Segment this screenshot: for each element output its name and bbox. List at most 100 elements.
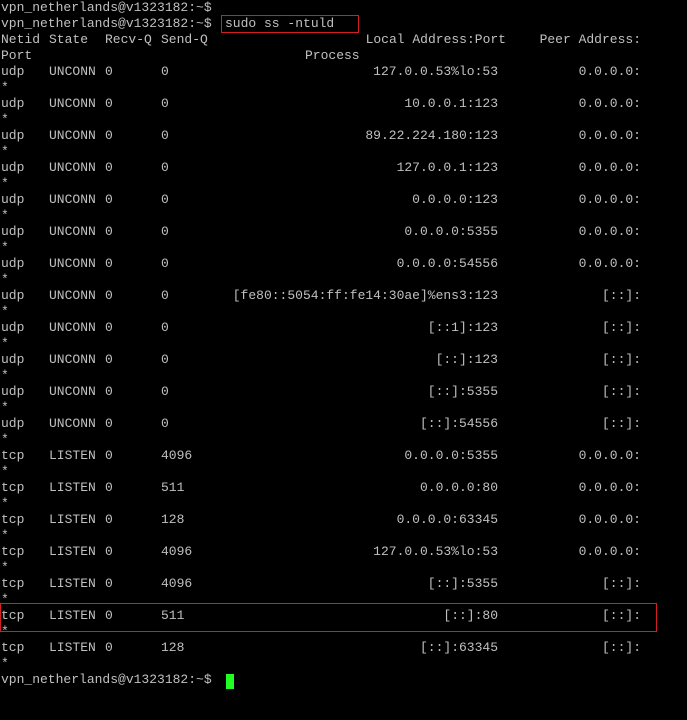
row-local-address: 89.22.224.180:123 bbox=[365, 128, 498, 143]
header-port: Port bbox=[1, 48, 33, 63]
header-sendq: Send-Q bbox=[161, 32, 208, 47]
row-peer-address: [::]: bbox=[601, 640, 641, 655]
row-local-address: [::]:63345 bbox=[419, 640, 498, 655]
table-row: udp UNCONN 0 0 [fe80::5054:ff:fe14:30ae]%ens… bbox=[1, 288, 687, 304]
row-peer-address: 0.0.0.0: bbox=[578, 256, 641, 271]
table-row: tcp LISTEN 0 511 0.0.0.0:80 0.0.0.0: bbox=[1, 480, 687, 496]
row-process: * bbox=[1, 624, 9, 639]
row-state: UNCONN bbox=[49, 288, 96, 303]
table-row: udp UNCONN 0 0 10.0.0.1:123 0.0.0.0: bbox=[1, 96, 687, 112]
row-peer-address: 0.0.0.0: bbox=[578, 480, 641, 495]
table-row: udp UNCONN 0 0 89.22.224.180:123 0.0.0.0: bbox=[1, 128, 687, 144]
row-local-address: 127.0.0.1:123 bbox=[396, 160, 498, 175]
row-local-address: [::]:80 bbox=[443, 608, 498, 623]
table-header: Netid State Recv-Q Send-Q Local Address:… bbox=[1, 32, 687, 48]
row-sendq: 128 bbox=[161, 640, 185, 655]
row-netid: udp bbox=[1, 416, 25, 431]
row-peer-address: 0.0.0.0: bbox=[578, 64, 641, 79]
row-netid: udp bbox=[1, 192, 25, 207]
row-state: LISTEN bbox=[49, 512, 96, 527]
header-local: Local Address:Port bbox=[365, 32, 506, 47]
row-sendq: 0 bbox=[161, 352, 169, 367]
command-line: vpn_netherlands@v1323182:~$ sudo ss -ntu… bbox=[1, 16, 334, 32]
row-netid: tcp bbox=[1, 544, 25, 559]
row-peer-address: [::]: bbox=[601, 384, 641, 399]
row-sendq: 0 bbox=[161, 256, 169, 271]
table-row: tcp LISTEN 0 4096 [::]:5355 [::]: bbox=[1, 576, 687, 592]
row-sendq: 128 bbox=[161, 512, 185, 527]
row-recvq: 0 bbox=[105, 512, 113, 527]
row-peer-address: [::]: bbox=[601, 416, 641, 431]
row-sendq: 4096 bbox=[161, 448, 193, 463]
row-process: * bbox=[1, 144, 9, 159]
row-state: UNCONN bbox=[49, 128, 96, 143]
table-row: udp UNCONN 0 0 [::]:54556 [::]: bbox=[1, 416, 687, 432]
row-process: * bbox=[1, 400, 9, 415]
row-state: LISTEN bbox=[49, 544, 96, 559]
row-local-address: [::1]:123 bbox=[427, 320, 498, 335]
table-row: udp UNCONN 0 0 0.0.0.0:5355 0.0.0.0: bbox=[1, 224, 687, 240]
row-netid: tcp bbox=[1, 640, 25, 655]
row-peer-address: 0.0.0.0: bbox=[578, 160, 641, 175]
row-peer-address: 0.0.0.0: bbox=[578, 224, 641, 239]
row-sendq: 0 bbox=[161, 160, 169, 175]
row-state: UNCONN bbox=[49, 352, 96, 367]
row-state: UNCONN bbox=[49, 256, 96, 271]
terminal-window[interactable]: vpn_netherlands@v1323182:~$ vpn_netherla… bbox=[0, 0, 687, 694]
row-recvq: 0 bbox=[105, 96, 113, 111]
row-netid: tcp bbox=[1, 576, 25, 591]
row-netid: udp bbox=[1, 384, 25, 399]
row-state: UNCONN bbox=[49, 64, 96, 79]
table-row: tcp LISTEN 0 4096 127.0.0.53%lo:53 0.0.0.0: bbox=[1, 544, 687, 560]
row-process: * bbox=[1, 80, 9, 95]
row-recvq: 0 bbox=[105, 576, 113, 591]
row-netid: udp bbox=[1, 352, 25, 367]
row-sendq: 0 bbox=[161, 64, 169, 79]
row-recvq: 0 bbox=[105, 416, 113, 431]
row-state: LISTEN bbox=[49, 608, 96, 623]
row-recvq: 0 bbox=[105, 544, 113, 559]
row-process: * bbox=[1, 304, 9, 319]
row-state: UNCONN bbox=[49, 96, 96, 111]
row-recvq: 0 bbox=[105, 320, 113, 335]
row-peer-address: 0.0.0.0: bbox=[578, 96, 641, 111]
row-process: * bbox=[1, 560, 9, 575]
row-local-address: 0.0.0.0:63345 bbox=[396, 512, 498, 527]
row-local-address: [fe80::5054:ff:fe14:30ae]%ens3:123 bbox=[232, 288, 498, 303]
row-peer-address: 0.0.0.0: bbox=[578, 192, 641, 207]
row-netid: tcp bbox=[1, 480, 25, 495]
header-netid: Netid bbox=[1, 32, 41, 47]
table-row: udp UNCONN 0 0 127.0.0.1:123 0.0.0.0: bbox=[1, 160, 687, 176]
row-local-address: 0.0.0.0:123 bbox=[412, 192, 498, 207]
row-sendq: 4096 bbox=[161, 544, 193, 559]
row-local-address: 0.0.0.0:5355 bbox=[404, 448, 498, 463]
row-sendq: 511 bbox=[161, 480, 185, 495]
prompt-text: vpn_netherlands@v1323182:~$ bbox=[1, 16, 212, 31]
row-process: * bbox=[1, 592, 9, 607]
current-prompt-line[interactable]: vpn_netherlands@v1323182:~$ bbox=[1, 672, 212, 688]
row-sendq: 511 bbox=[161, 608, 185, 623]
row-state: UNCONN bbox=[49, 416, 96, 431]
row-netid: tcp bbox=[1, 608, 25, 623]
row-process: * bbox=[1, 656, 9, 671]
row-sendq: 0 bbox=[161, 320, 169, 335]
row-recvq: 0 bbox=[105, 480, 113, 495]
row-recvq: 0 bbox=[105, 128, 113, 143]
row-state: UNCONN bbox=[49, 160, 96, 175]
table-row: tcp LISTEN 0 128 [::]:63345 [::]: bbox=[1, 640, 687, 656]
row-netid: udp bbox=[1, 320, 25, 335]
prompt-line: vpn_netherlands@v1323182:~$ bbox=[1, 0, 212, 16]
row-state: LISTEN bbox=[49, 576, 96, 591]
row-recvq: 0 bbox=[105, 384, 113, 399]
row-recvq: 0 bbox=[105, 640, 113, 655]
row-peer-address: 0.0.0.0: bbox=[578, 448, 641, 463]
row-recvq: 0 bbox=[105, 256, 113, 271]
table-row: tcp LISTEN 0 128 0.0.0.0:63345 0.0.0.0: bbox=[1, 512, 687, 528]
row-process: * bbox=[1, 272, 9, 287]
row-sendq: 0 bbox=[161, 416, 169, 431]
row-local-address: 10.0.0.1:123 bbox=[404, 96, 498, 111]
row-recvq: 0 bbox=[105, 608, 113, 623]
prompt-text: vpn_netherlands@v1323182:~$ bbox=[1, 672, 212, 687]
row-recvq: 0 bbox=[105, 224, 113, 239]
row-local-address: 0.0.0.0:5355 bbox=[404, 224, 498, 239]
